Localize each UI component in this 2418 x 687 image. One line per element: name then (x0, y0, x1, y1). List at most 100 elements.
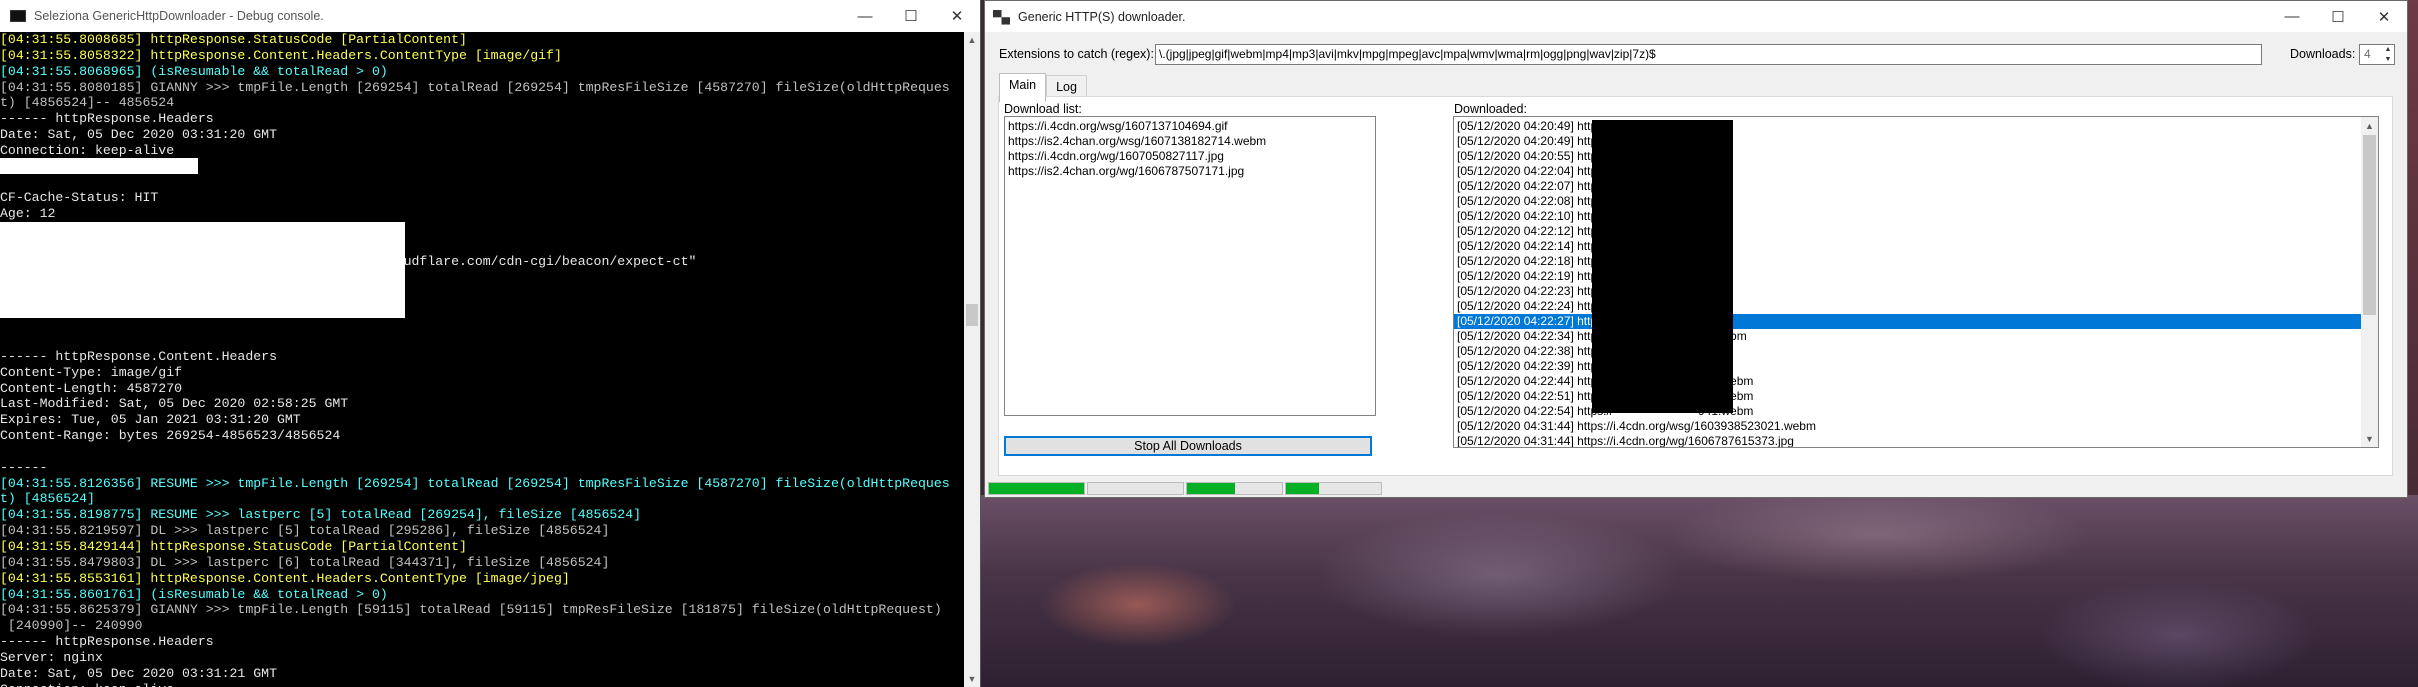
downloaded-time: [05/12/2020 04:22:14] (1457, 239, 1574, 253)
desktop-wallpaper-strip (2407, 0, 2418, 495)
console-line: Connection: keep-alive (0, 682, 964, 687)
downloader-minimize-button[interactable]: — (2269, 1, 2315, 33)
scroll-up-icon[interactable]: ▲ (964, 32, 980, 48)
downloaded-time: [05/12/2020 04:22:08] (1457, 194, 1574, 208)
extensions-label: Extensions to catch (regex): (999, 47, 1154, 61)
console-line: [04:31:55.8601761] (isResumable && total… (0, 586, 388, 602)
downloaded-item[interactable]: [05/12/2020 04:22:08] https://.webm (1454, 194, 2361, 209)
downloaded-item[interactable]: [05/12/2020 04:31:44] https://i.4cdn.org… (1454, 434, 2361, 448)
progress-fill (989, 483, 1084, 494)
console-line: t) [4856524] (0, 491, 95, 507)
redaction-box (0, 222, 405, 318)
console-line: Date: Sat, 05 Dec 2020 03:31:20 GMT (0, 127, 277, 143)
downloaded-time: [05/12/2020 04:22:10] (1457, 209, 1574, 223)
downloaded-time: [05/12/2020 04:22:44] (1457, 374, 1574, 388)
console-line: t) [4856524]-- 4856524 (0, 95, 175, 111)
download-list[interactable]: https://i.4cdn.org/wsg/1607137104694.gif… (1004, 116, 1376, 416)
downloaded-item[interactable]: [05/12/2020 04:22:07] https://.webm (1454, 179, 2361, 194)
downloaded-item[interactable]: [05/12/2020 04:31:44] https://i.4cdn.org… (1454, 419, 2361, 434)
console-scrollbar[interactable]: ▲ ▼ (964, 32, 980, 687)
downloaded-item[interactable]: [05/12/2020 04:22:18] https://.webm (1454, 254, 2361, 269)
downloaded-time: [05/12/2020 04:22:54] (1457, 404, 1574, 418)
downloaded-time: [05/12/2020 04:31:44] (1457, 434, 1574, 448)
downloaded-time: [05/12/2020 04:22:19] (1457, 269, 1574, 283)
downloads-label: Downloads: (2290, 47, 2356, 61)
downloaded-item[interactable]: [05/12/2020 04:22:24] https://.webm (1454, 299, 2361, 314)
downloaded-item[interactable]: [05/12/2020 04:20:49] https://.webm (1454, 134, 2361, 149)
console-titlebar[interactable]: Seleziona GenericHttpDownloader - Debug … (0, 0, 980, 32)
downloaded-item[interactable]: [05/12/2020 04:22:04] https://.webm (1454, 164, 2361, 179)
download-list-item[interactable]: https://i.4cdn.org/wsg/1607137104694.gif (1005, 119, 1375, 134)
console-line: [04:31:55.8429144] httpResponse.StatusCo… (0, 539, 467, 554)
scrollbar-thumb[interactable] (966, 304, 978, 326)
downloaded-item[interactable]: [05/12/2020 04:22:12] https://.webm (1454, 224, 2361, 239)
downloaded-item[interactable]: [05/12/2020 04:22:39] https://.gif (1454, 359, 2361, 374)
tab-main[interactable]: Main (999, 73, 1047, 102)
downloaded-time: [05/12/2020 04:22:04] (1457, 164, 1574, 178)
scroll-down-icon[interactable]: ▼ (2361, 430, 2378, 447)
progress-fill (1187, 483, 1235, 494)
scrollbar-thumb[interactable] (2363, 135, 2376, 315)
console-line: [04:31:55.8553161] httpResponse.Content.… (0, 570, 570, 586)
console-line: [04:31:55.8219597] DL >>> lastperc [5] t… (0, 523, 610, 539)
console-output[interactable]: [04:31:55.8008685] httpResponse.StatusCo… (0, 32, 964, 687)
downloaded-item[interactable]: [05/12/2020 04:20:49] https://.webm (1454, 119, 2361, 134)
console-line: [04:31:55.8068965] (isResumable && total… (0, 63, 388, 79)
downloaded-item[interactable]: [05/12/2020 04:22:34] https://62.webm (1454, 329, 2361, 344)
console-line: Date: Sat, 05 Dec 2020 03:31:21 GMT (0, 665, 277, 681)
download-list-item[interactable]: https://is2.4chan.org/wsg/1607138182714.… (1005, 134, 1375, 149)
extensions-regex-input[interactable]: \.(jpg|jpeg|gif|webm|mp4|mp3|avi|mkv|mpg… (1155, 44, 2262, 65)
main-tab-panel: Download list: https://i.4cdn.org/wsg/16… (998, 96, 2393, 476)
downloaded-url: https://i.4cdn.org/wg/1606787615373.jpg (1577, 434, 1794, 448)
downloader-window: ▀▄ Generic HTTP(S) downloader. — ☐ ✕ Ext… (984, 0, 2408, 498)
console-line: [04:31:55.8080185] GIANNY >>> tmpFile.Le… (0, 79, 950, 95)
console-minimize-button[interactable]: — (842, 0, 888, 32)
downloaded-item[interactable]: [05/12/2020 04:22:23] https://.webm (1454, 284, 2361, 299)
console-line: [04:31:55.8625379] GIANNY >>> tmpFile.Le… (0, 602, 942, 618)
download-list-label: Download list: (1004, 102, 1082, 116)
spin-down-icon[interactable]: ▼ (2382, 55, 2394, 64)
downloaded-item[interactable]: [05/12/2020 04:22:38] https://.webm (1454, 344, 2361, 359)
download-list-item[interactable]: https://i.4cdn.org/wg/1607050827117.jpg (1005, 149, 1375, 164)
downloaded-item[interactable]: [05/12/2020 04:22:54] https://941.webm (1454, 404, 2361, 419)
console-maximize-button[interactable]: ☐ (888, 0, 934, 32)
scroll-up-icon[interactable]: ▲ (2361, 117, 2378, 134)
console-line: Expires: Tue, 05 Jan 2021 03:31:20 GMT (0, 412, 301, 428)
console-line: Server: nginx (0, 649, 103, 665)
downloader-maximize-button[interactable]: ☐ (2315, 1, 2361, 33)
downloaded-time: [05/12/2020 04:22:27] (1457, 314, 1574, 328)
downloaded-item[interactable]: [05/12/2020 04:22:27] https://.webm (1454, 314, 2361, 329)
downloader-close-button[interactable]: ✕ (2361, 1, 2407, 33)
console-line: Content-Type: image/gif (0, 364, 183, 380)
download-list-item[interactable]: https://is2.4chan.org/wg/1606787507171.j… (1005, 164, 1375, 179)
stop-all-downloads-button[interactable]: Stop All Downloads (1004, 436, 1372, 456)
downloaded-time: [05/12/2020 04:22:51] (1457, 389, 1574, 403)
scroll-down-icon[interactable]: ▼ (964, 671, 980, 687)
downloaded-item[interactable]: [05/12/2020 04:22:51] https://019.webm (1454, 389, 2361, 404)
downloads-count-stepper[interactable]: 4 ▲ ▼ (2359, 44, 2395, 65)
console-title: Seleziona GenericHttpDownloader - Debug … (34, 9, 324, 23)
download-progress-bar (1087, 482, 1184, 495)
downloaded-time: [05/12/2020 04:20:49] (1457, 119, 1574, 133)
downloaded-item[interactable]: [05/12/2020 04:22:44] https://464.webm (1454, 374, 2361, 389)
downloaded-time: [05/12/2020 04:22:23] (1457, 284, 1574, 298)
console-close-button[interactable]: ✕ (934, 0, 980, 32)
console-line: ------ httpResponse.Headers (0, 111, 214, 127)
console-line: [240990]-- 240990 (0, 618, 143, 634)
downloaded-time: [05/12/2020 04:22:38] (1457, 344, 1574, 358)
downloaded-scrollbar[interactable]: ▲ ▼ (2361, 117, 2378, 447)
downloaded-item[interactable]: [05/12/2020 04:22:19] https://.webm (1454, 269, 2361, 284)
downloaded-item[interactable]: [05/12/2020 04:20:55] https://.webm (1454, 149, 2361, 164)
downloaded-url: https://i.4cdn.org/wsg/1603938523021.web… (1577, 419, 1816, 433)
downloader-title: Generic HTTP(S) downloader. (1018, 9, 1186, 24)
downloaded-item[interactable]: [05/12/2020 04:22:10] https://.webm (1454, 209, 2361, 224)
console-line: Connection: keep-alive (0, 142, 175, 158)
download-progress-bar (1285, 482, 1382, 495)
console-line: [04:31:55.8479803] DL >>> lastperc [6] t… (0, 554, 610, 570)
downloaded-time: [05/12/2020 04:20:49] (1457, 134, 1574, 148)
downloaded-item[interactable]: [05/12/2020 04:22:14] https://.webm (1454, 239, 2361, 254)
downloader-titlebar[interactable]: ▀▄ Generic HTTP(S) downloader. — ☐ ✕ (985, 1, 2407, 32)
console-line: [04:31:55.8126356] RESUME >>> tmpFile.Le… (0, 475, 950, 491)
